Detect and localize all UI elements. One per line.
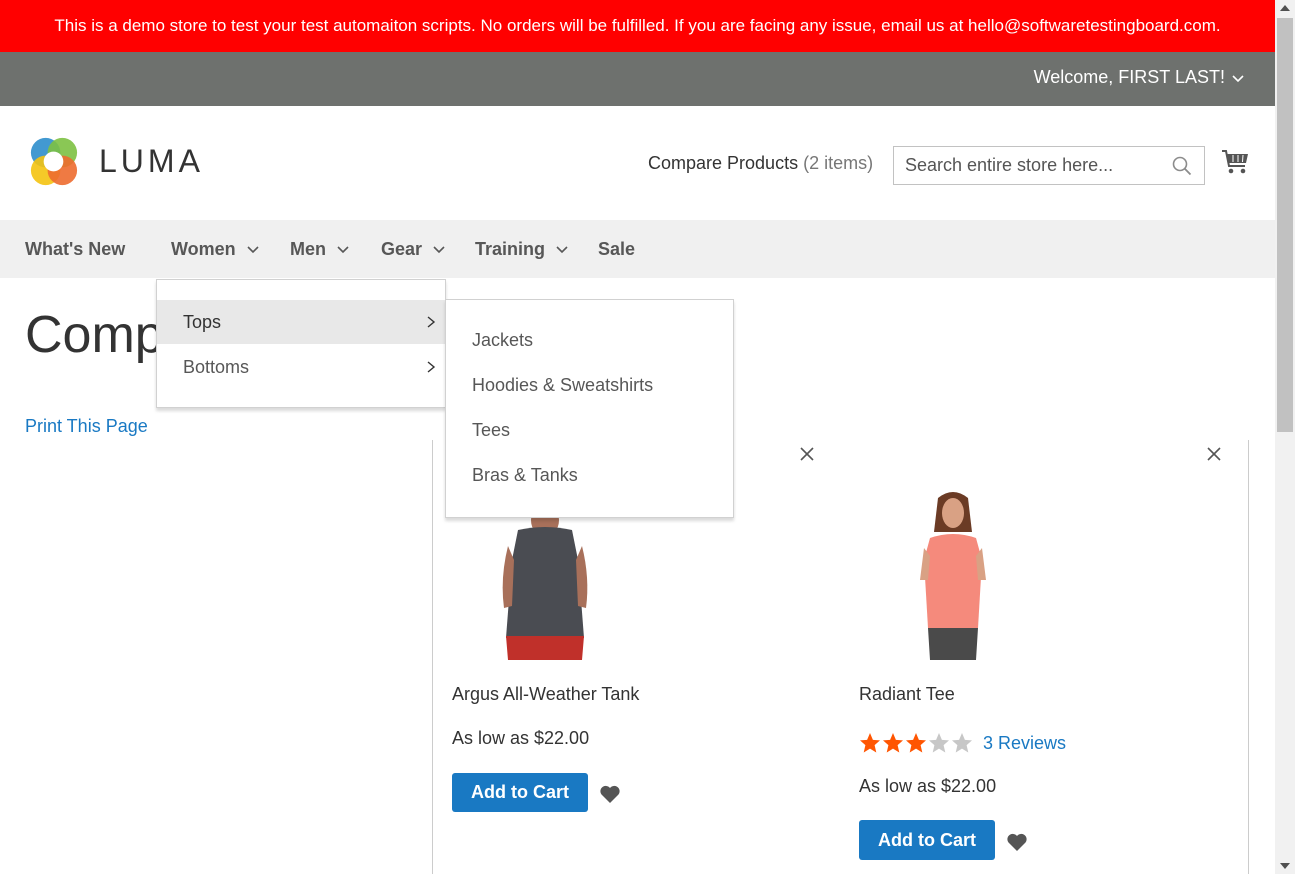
close-icon[interactable] bbox=[799, 446, 815, 462]
nav-item-label: Men bbox=[290, 238, 326, 259]
chevron-down-icon bbox=[433, 246, 445, 254]
heart-icon[interactable] bbox=[1006, 832, 1028, 852]
product-name[interactable]: Argus All-Weather Tank bbox=[452, 684, 639, 705]
rating-stars bbox=[859, 732, 973, 754]
print-page-link[interactable]: Print This Page bbox=[25, 416, 148, 437]
page-title: Comp bbox=[25, 306, 164, 364]
submenu-item-tees[interactable]: Tees bbox=[472, 420, 510, 441]
chevron-down-icon bbox=[1232, 74, 1244, 82]
scroll-up-icon[interactable] bbox=[1280, 5, 1290, 11]
header-panel: Welcome, FIRST LAST! bbox=[0, 52, 1275, 106]
luma-logo-icon bbox=[30, 137, 78, 186]
search-icon[interactable] bbox=[1172, 156, 1192, 176]
star-icon bbox=[929, 733, 949, 753]
tops-submenu: Jackets Hoodies & Sweatshirts Tees Bras … bbox=[445, 299, 734, 518]
compare-products-link[interactable]: Compare Products (2 items) bbox=[648, 153, 873, 174]
product-image[interactable] bbox=[868, 488, 1038, 660]
nav-item-women[interactable]: Women bbox=[171, 220, 260, 278]
chevron-right-icon bbox=[427, 316, 436, 328]
compare-count: (2 items) bbox=[803, 153, 874, 173]
nav-item-label: Training bbox=[475, 238, 546, 259]
heart-icon[interactable] bbox=[599, 784, 621, 804]
nav-item-sale[interactable]: Sale bbox=[598, 220, 635, 278]
submenu-item-label: Tops bbox=[183, 311, 222, 332]
logo[interactable]: LUMA bbox=[26, 134, 204, 189]
product-price: As low as $22.00 bbox=[859, 776, 997, 796]
submenu-item-bras-tanks[interactable]: Bras & Tanks bbox=[472, 465, 578, 486]
nav-item-label: Gear bbox=[381, 238, 423, 259]
women-submenu: Tops Bottoms bbox=[156, 279, 446, 408]
nav-item-label: Women bbox=[171, 238, 236, 259]
welcome-text: Welcome, FIRST LAST! bbox=[1033, 67, 1225, 87]
submenu-item-hoodies[interactable]: Hoodies & Sweatshirts bbox=[472, 375, 653, 396]
star-icon bbox=[860, 733, 880, 753]
demo-notice: This is a demo store to test your test a… bbox=[0, 0, 1275, 52]
chevron-down-icon bbox=[247, 246, 259, 254]
star-icon bbox=[952, 733, 972, 753]
nav-item-whats-new[interactable]: What's New bbox=[25, 220, 125, 278]
product-price: As low as $22.00 bbox=[452, 728, 590, 748]
nav-item-gear[interactable]: Gear bbox=[381, 220, 446, 278]
product-name[interactable]: Radiant Tee bbox=[859, 684, 955, 705]
submenu-item-bottoms[interactable]: Bottoms bbox=[157, 345, 445, 389]
scrollbar[interactable] bbox=[1275, 0, 1295, 874]
close-icon[interactable] bbox=[1206, 446, 1222, 462]
star-icon bbox=[906, 733, 926, 753]
compare-label: Compare Products bbox=[648, 153, 799, 173]
chevron-down-icon bbox=[337, 246, 349, 254]
scroll-thumb[interactable] bbox=[1277, 18, 1293, 432]
cart-icon[interactable] bbox=[1221, 148, 1249, 176]
nav-item-label: Sale bbox=[598, 238, 636, 259]
search-box bbox=[893, 146, 1205, 185]
main-navigation: What's New Women Men Gear Training Sale bbox=[0, 220, 1275, 278]
chevron-down-icon bbox=[556, 246, 568, 254]
reviews-link[interactable]: 3 Reviews bbox=[983, 733, 1066, 754]
submenu-item-jackets[interactable]: Jackets bbox=[472, 330, 533, 351]
add-to-cart-button[interactable]: Add to Cart bbox=[452, 773, 588, 812]
nav-item-label: What's New bbox=[25, 238, 126, 259]
customer-menu[interactable]: Welcome, FIRST LAST! bbox=[1034, 67, 1245, 88]
add-to-cart-button[interactable]: Add to Cart bbox=[859, 820, 995, 860]
star-icon bbox=[883, 733, 903, 753]
nav-item-men[interactable]: Men bbox=[290, 220, 350, 278]
submenu-item-label: Bottoms bbox=[183, 356, 250, 377]
nav-item-training[interactable]: Training bbox=[475, 220, 569, 278]
search-input[interactable] bbox=[905, 155, 1165, 176]
product-rating: 3 Reviews bbox=[859, 732, 1066, 754]
chevron-right-icon bbox=[427, 361, 436, 373]
submenu-item-tops[interactable]: Tops bbox=[157, 300, 445, 344]
scroll-down-icon[interactable] bbox=[1280, 863, 1290, 869]
demo-notice-text: This is a demo store to test your test a… bbox=[54, 16, 1221, 35]
logo-text: LUMA bbox=[99, 143, 204, 179]
